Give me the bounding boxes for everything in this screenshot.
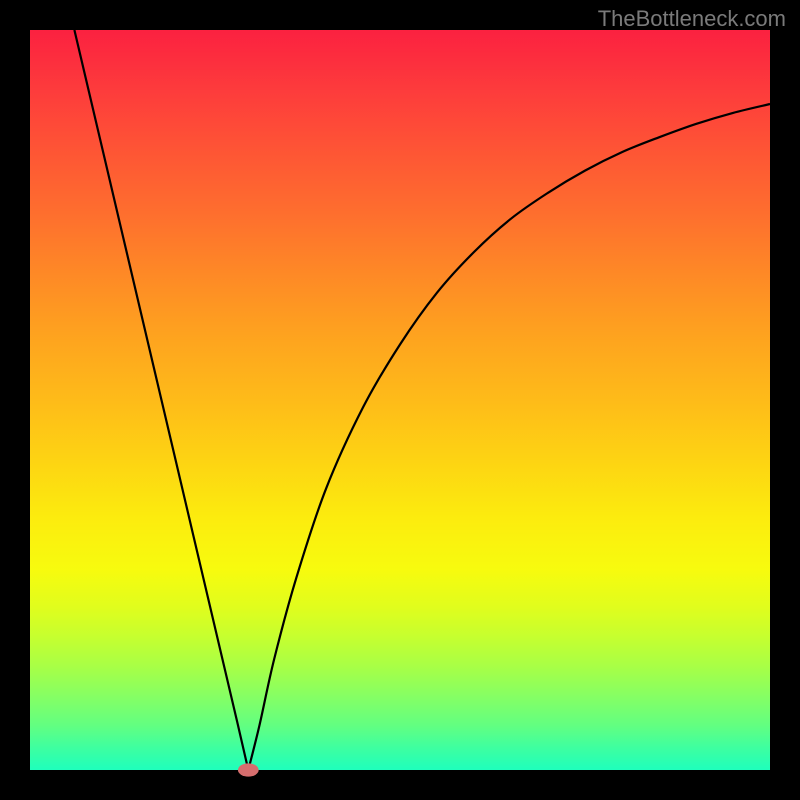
optimal-point-marker [238, 763, 259, 776]
watermark-text: TheBottleneck.com [598, 6, 786, 32]
bottleneck-curve [74, 30, 770, 770]
chart-svg [30, 30, 770, 770]
